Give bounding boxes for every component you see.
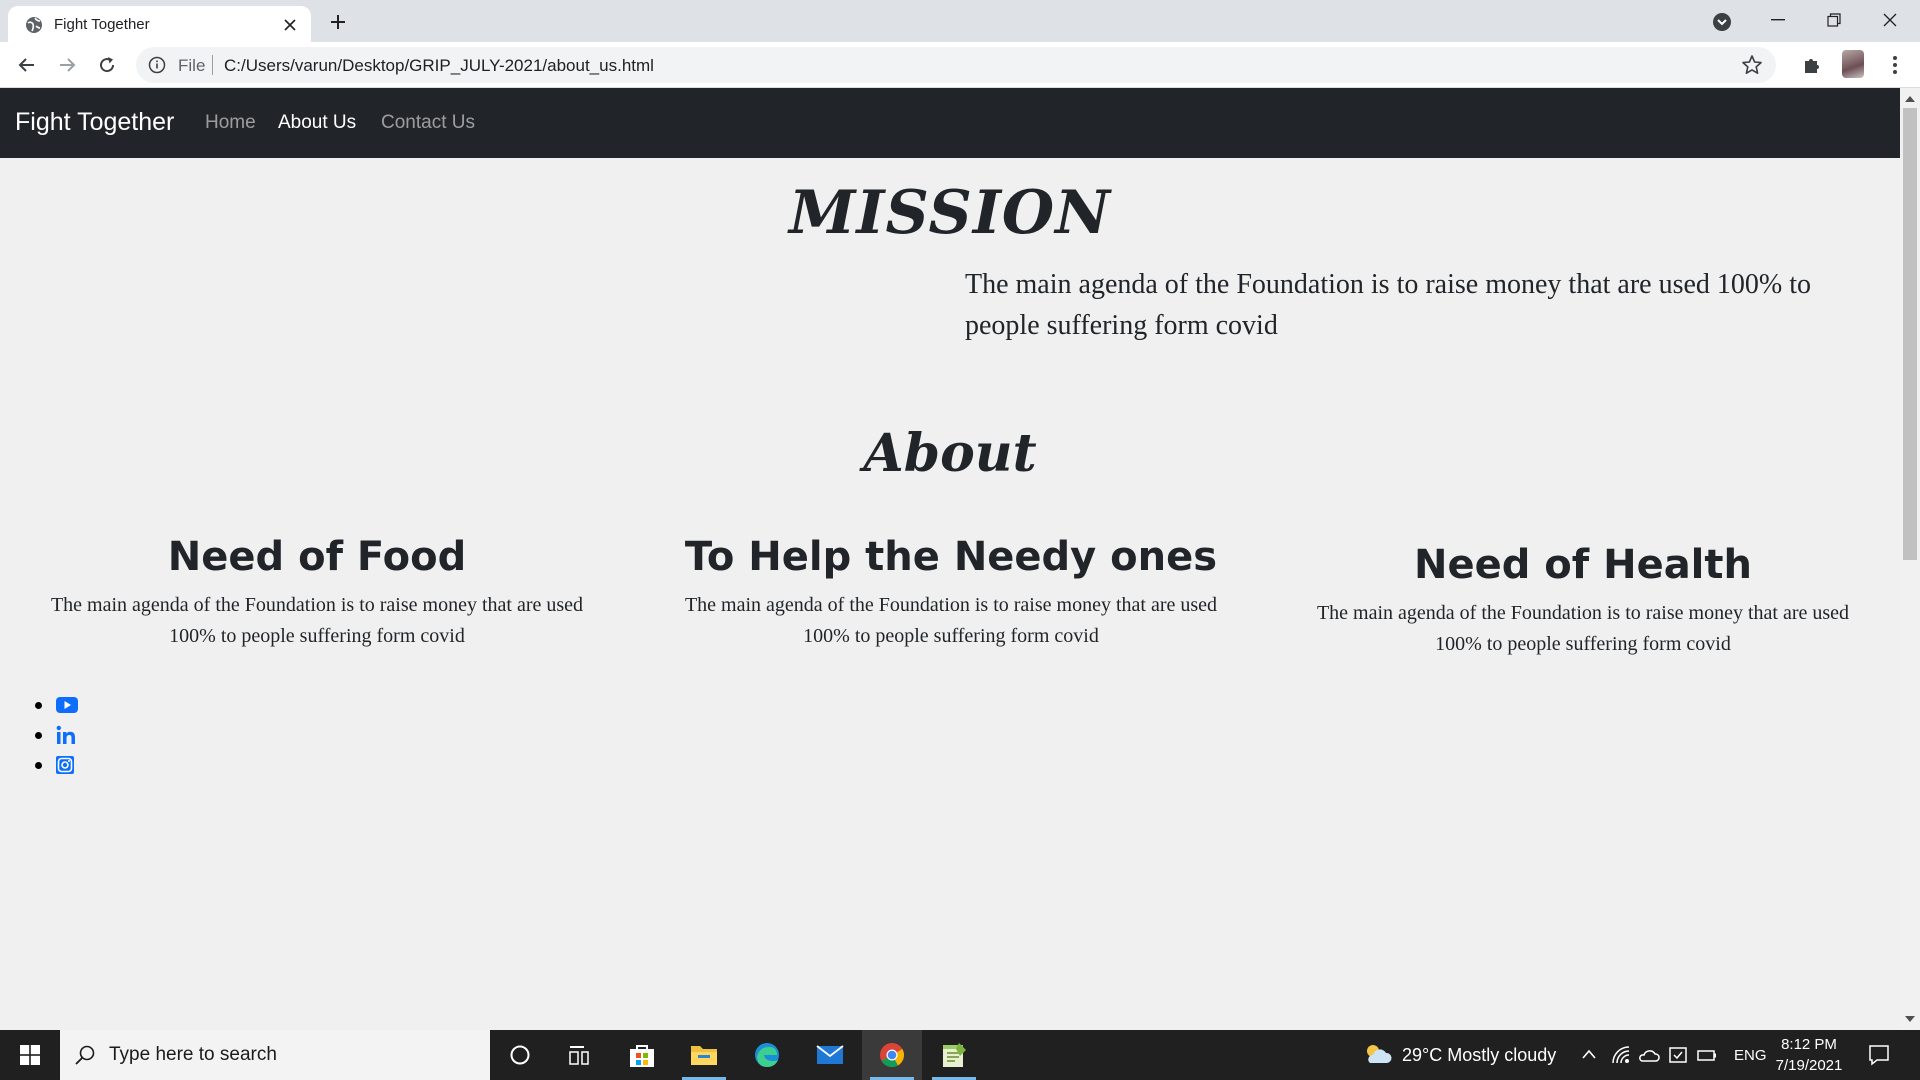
linkedin-icon[interactable] [56,725,76,745]
edge-browser-icon[interactable] [737,1030,797,1080]
social-links [32,690,78,780]
taskbar-search-box[interactable]: Type here to search [60,1030,490,1080]
social-item[interactable] [32,750,78,780]
notepad-plus-plus-icon[interactable] [924,1030,984,1080]
address-bar[interactable]: File C:/Users/varun/Desktop/GRIP_JULY-20… [136,47,1776,83]
chrome-icon[interactable] [862,1030,922,1080]
mission-heading: MISSION [789,178,1111,248]
windows-start-icon[interactable] [0,1030,60,1080]
extensions-puzzle-icon[interactable] [1797,50,1827,80]
back-icon[interactable] [12,50,42,80]
task-view-icon[interactable] [550,1030,610,1080]
column-heading: Need of Food [167,534,467,580]
taskbar-search-placeholder: Type here to search [109,1044,277,1065]
bookmark-star-icon[interactable] [1741,54,1763,76]
social-item[interactable] [32,690,78,720]
clock-date: 7/19/2021 [1775,1057,1843,1074]
web-page: Fight Together Home About Us Contact Us … [0,88,1900,1030]
tab-strip: Fight Together [0,0,1920,42]
reload-icon[interactable] [92,50,122,80]
new-tab-icon[interactable] [324,8,352,36]
search-icon [75,1045,95,1065]
windows-security-icon[interactable] [1668,1045,1688,1065]
cortana-icon[interactable] [490,1030,550,1080]
close-tab-icon[interactable] [278,13,302,37]
about-column-food: Need of Food The main agenda of the Foun… [0,534,634,652]
column-heading: To Help the Needy ones [684,534,1218,580]
mail-icon[interactable] [800,1030,860,1080]
forward-icon[interactable] [52,50,82,80]
browser-tab[interactable]: Fight Together [8,6,311,42]
column-text: The main agenda of the Foundation is to … [684,594,1218,647]
nav-about-us[interactable]: About Us [278,112,356,134]
page-scrollbar[interactable] [1900,88,1920,1030]
mission-text: The main agenda of the Foundation is to … [965,269,1812,341]
social-item[interactable] [32,720,78,750]
about-column-needy: To Help the Needy ones The main agenda o… [634,534,1268,652]
nav-home[interactable]: Home [205,112,256,134]
microsoft-store-icon[interactable] [612,1030,672,1080]
about-heading: About [863,423,1037,484]
network-icon[interactable] [1611,1045,1631,1065]
restore-icon[interactable] [1806,0,1862,40]
site-navbar: Fight Together Home About Us Contact Us [0,88,1900,158]
windows-taskbar: Type here to search 29°C Mostly cloudy E… [0,1030,1920,1080]
info-icon[interactable] [148,56,166,74]
youtube-icon[interactable] [56,697,78,713]
onedrive-icon[interactable] [1638,1045,1660,1065]
url-text[interactable]: C:/Users/varun/Desktop/GRIP_JULY-2021/ab… [224,56,654,76]
weather-text[interactable]: 29°C Mostly cloudy [1402,1045,1556,1066]
file-explorer-icon[interactable] [674,1030,734,1080]
scroll-down-arrow-icon[interactable] [1905,1016,1915,1022]
menu-kebab-icon[interactable] [1880,50,1910,80]
taskbar-clock[interactable]: 8:12 PM 7/19/2021 [1760,1034,1858,1076]
url-scheme: File [178,56,206,75]
column-heading: Need of Health [1413,542,1752,588]
site-brand[interactable]: Fight Together [15,108,174,137]
browser-toolbar: File C:/Users/varun/Desktop/GRIP_JULY-20… [0,42,1920,88]
battery-icon[interactable] [1696,1045,1718,1065]
minimize-icon[interactable] [1750,0,1806,40]
column-text: The main agenda of the Foundation is to … [1316,602,1850,655]
globe-icon [26,17,42,33]
omnibox-divider [212,55,213,75]
notifications-icon[interactable] [1868,1044,1890,1066]
scroll-up-arrow-icon[interactable] [1905,96,1915,102]
chevron-up-icon[interactable] [1581,1048,1597,1060]
close-window-icon[interactable] [1862,0,1918,40]
instagram-icon[interactable] [56,756,74,774]
nav-contact-us[interactable]: Contact Us [381,112,475,134]
column-text: The main agenda of the Foundation is to … [50,594,584,647]
tab-title: Fight Together [54,16,150,33]
scroll-thumb[interactable] [1903,108,1917,560]
tab-search-icon[interactable] [1710,10,1734,34]
profile-avatar[interactable] [1842,50,1864,78]
clock-time: 8:12 PM [1781,1036,1837,1053]
weather-cloud-icon[interactable] [1362,1042,1392,1066]
about-column-health: Need of Health The main agenda of the Fo… [1266,542,1900,660]
